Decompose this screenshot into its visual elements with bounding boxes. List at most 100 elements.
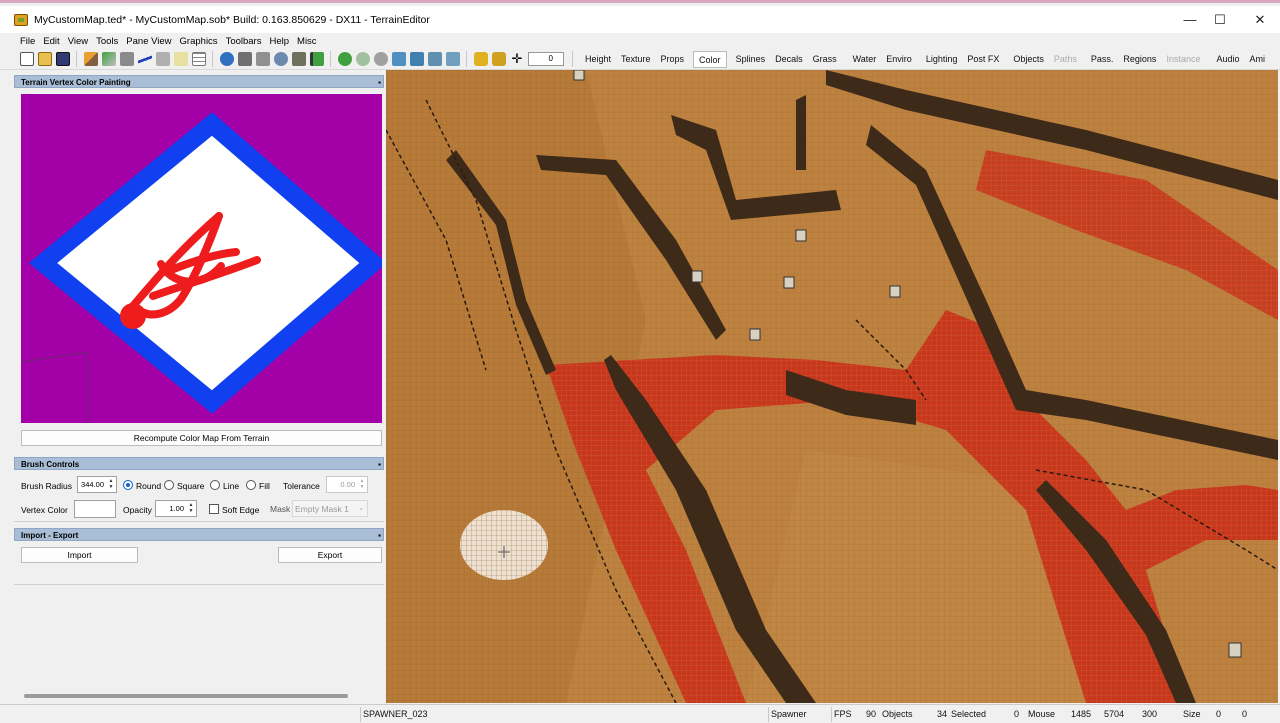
- brush-icon[interactable]: [102, 52, 116, 66]
- tab-height[interactable]: Height: [580, 51, 616, 68]
- menu-view[interactable]: View: [68, 36, 88, 47]
- globe-icon[interactable]: [220, 52, 234, 66]
- object-move-icon[interactable]: [410, 52, 424, 66]
- spawner-marker[interactable]: [573, 70, 585, 81]
- menu-file[interactable]: File: [20, 36, 35, 47]
- tab-enviro[interactable]: Enviro: [881, 51, 917, 68]
- tree-icon[interactable]: [338, 52, 352, 66]
- tolerance-input[interactable]: 0.00 ▲ ▼: [326, 476, 368, 493]
- terrain-render: [386, 70, 1278, 703]
- tab-post-fx[interactable]: Post FX: [962, 51, 1004, 68]
- vertex-color-panel-title: Terrain Vertex Color Painting: [21, 78, 131, 87]
- save-icon[interactable]: [56, 52, 70, 66]
- toolbar-divider: [572, 51, 573, 67]
- brush-shape-round-radio[interactable]: [123, 480, 133, 490]
- vertex-color-swatch[interactable]: [74, 500, 116, 518]
- spinner-arrows-icon[interactable]: ▲ ▼: [107, 478, 115, 491]
- tab-paths[interactable]: Paths: [1049, 51, 1082, 68]
- brush-controls-header[interactable]: Brush Controls ▪: [14, 457, 384, 470]
- mask-dropdown[interactable]: Empty Mask 1 ⌄: [292, 500, 368, 517]
- pin-icon[interactable]: ▪: [378, 76, 381, 89]
- pencil-icon[interactable]: [84, 52, 98, 66]
- color-map-preview[interactable]: [21, 94, 382, 423]
- tab-decals[interactable]: Decals: [770, 51, 808, 68]
- opacity-input[interactable]: 1.00 ▲ ▼: [155, 500, 197, 517]
- eye-icon[interactable]: [374, 52, 388, 66]
- spinner-arrows-icon[interactable]: ▲ ▼: [187, 502, 195, 515]
- eraser-icon[interactable]: [156, 52, 170, 66]
- color-map-canvas: [21, 112, 382, 423]
- new-file-icon[interactable]: [20, 52, 34, 66]
- spawner-marker[interactable]: [795, 229, 807, 242]
- pin-icon[interactable]: ▪: [378, 458, 381, 471]
- brush-shape-line-radio[interactable]: [210, 480, 220, 490]
- pin-icon[interactable]: ▪: [378, 529, 381, 542]
- sphere-icon[interactable]: [274, 52, 288, 66]
- lock-selection-icon[interactable]: [492, 52, 506, 66]
- mountain-icon[interactable]: [292, 52, 306, 66]
- soft-edge-checkbox[interactable]: [209, 504, 219, 514]
- export-button[interactable]: Export: [278, 547, 382, 563]
- line-tool-icon[interactable]: [138, 52, 152, 66]
- recompute-color-map-button[interactable]: Recompute Color Map From Terrain: [21, 430, 382, 446]
- close-button[interactable]: ✕: [1242, 6, 1278, 33]
- lock-icon[interactable]: [474, 52, 488, 66]
- tab-ambient[interactable]: Ami: [1245, 51, 1271, 68]
- tab-regions[interactable]: Regions: [1118, 51, 1161, 68]
- size-x: 0: [1216, 709, 1222, 719]
- terrain-3d-viewport[interactable]: [386, 70, 1278, 703]
- maximize-button[interactable]: ☐: [1202, 6, 1238, 33]
- tab-color[interactable]: Color: [693, 50, 727, 68]
- paint-bucket-icon[interactable]: [120, 52, 134, 66]
- toolbar-divider: [76, 51, 77, 67]
- brush-shape-square-radio[interactable]: [164, 480, 174, 490]
- tab-instance[interactable]: Instance: [1161, 51, 1205, 68]
- app-icon: [14, 13, 28, 26]
- mouse-y: 5704: [1104, 709, 1125, 719]
- menu-toolbars[interactable]: Toolbars: [226, 36, 262, 47]
- snap-value-spinner[interactable]: 0: [528, 52, 564, 66]
- import-button[interactable]: Import: [21, 547, 138, 563]
- texture-icon[interactable]: [256, 52, 270, 66]
- object-copy-icon[interactable]: [428, 52, 442, 66]
- smudge-icon[interactable]: [174, 52, 188, 66]
- tab-texture[interactable]: Texture: [616, 51, 656, 68]
- object-place-icon[interactable]: [446, 52, 460, 66]
- menu-misc[interactable]: Misc: [297, 36, 317, 47]
- brush-shape-fill-radio[interactable]: [246, 480, 256, 490]
- spawner-marker[interactable]: [889, 285, 901, 298]
- brush-radius-input[interactable]: 344.00 ▲ ▼: [77, 476, 117, 493]
- cliff-wall: [796, 95, 806, 170]
- grid-icon[interactable]: [192, 52, 206, 66]
- spawner-marker[interactable]: [1228, 642, 1242, 658]
- terrain-icon[interactable]: [238, 52, 252, 66]
- target-icon[interactable]: [356, 52, 370, 66]
- spawner-marker[interactable]: [691, 270, 703, 283]
- spawner-marker[interactable]: [783, 276, 795, 289]
- tab-lighting[interactable]: Lighting: [921, 51, 963, 68]
- menu-help[interactable]: Help: [269, 36, 289, 47]
- object-select-icon[interactable]: [392, 52, 406, 66]
- vertex-color-panel-header[interactable]: Terrain Vertex Color Painting ▪: [14, 75, 384, 88]
- move-axis-icon[interactable]: ✛: [510, 52, 524, 66]
- open-folder-icon[interactable]: [38, 52, 52, 66]
- import-export-header[interactable]: Import - Export ▪: [14, 528, 384, 541]
- tab-props[interactable]: Props: [656, 51, 690, 68]
- tab-pass[interactable]: Pass.: [1086, 51, 1119, 68]
- tab-splines[interactable]: Splines: [731, 51, 771, 68]
- tab-water[interactable]: Water: [848, 51, 882, 68]
- objects-count: 90: [866, 709, 877, 719]
- menu-graphics[interactable]: Graphics: [180, 36, 218, 47]
- flag-icon[interactable]: [310, 52, 324, 66]
- section-divider: [14, 521, 384, 522]
- toolbar-divider: [466, 51, 467, 67]
- menu-tools[interactable]: Tools: [96, 36, 118, 47]
- spinner-arrows-icon[interactable]: ▲ ▼: [358, 478, 366, 491]
- side-panel-scrollbar[interactable]: [24, 694, 348, 698]
- tab-objects[interactable]: Objects: [1008, 51, 1049, 68]
- spawner-marker[interactable]: [749, 328, 761, 341]
- tab-grass[interactable]: Grass: [808, 51, 842, 68]
- menu-pane-view[interactable]: Pane View: [126, 36, 171, 47]
- tab-audio[interactable]: Audio: [1211, 51, 1244, 68]
- menu-edit[interactable]: Edit: [43, 36, 59, 47]
